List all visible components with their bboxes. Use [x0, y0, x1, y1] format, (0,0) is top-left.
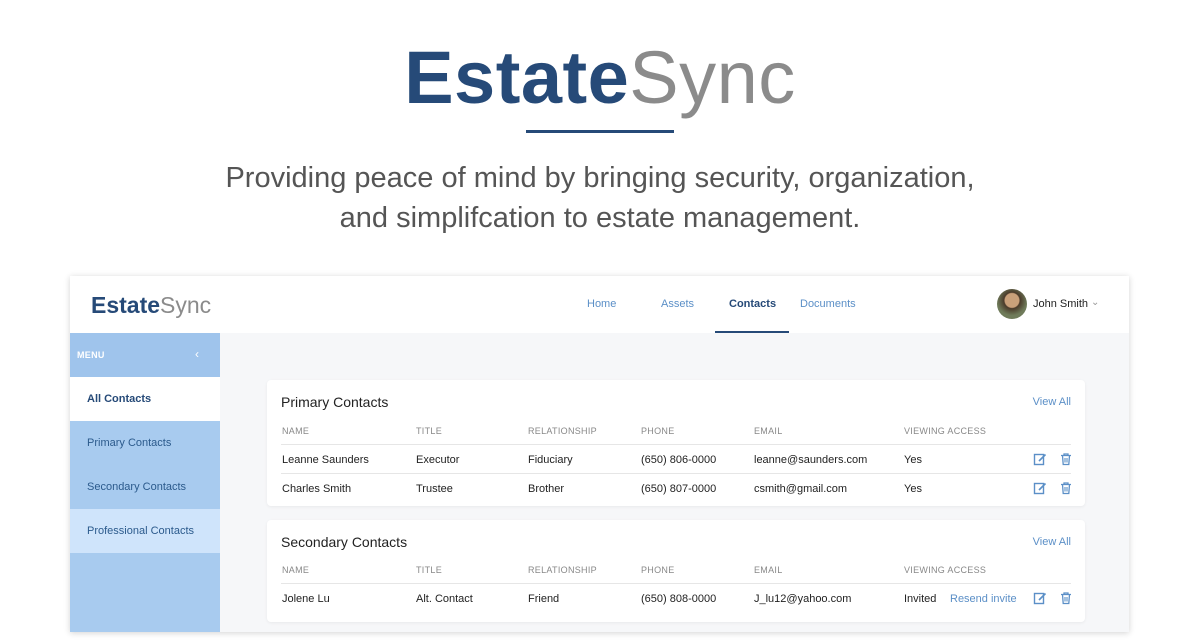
app-logo[interactable]: EstateSync — [91, 291, 211, 319]
sidebar-item-label: Professional Contacts — [87, 525, 194, 537]
menu-label: MENU — [77, 350, 105, 360]
sidebar-item-primary-contacts[interactable]: Primary Contacts — [70, 421, 220, 465]
cell-viewing-access: Yes — [904, 483, 922, 495]
nav-documents[interactable]: Documents — [800, 276, 856, 333]
view-all-link[interactable]: View All — [1033, 536, 1071, 548]
app-window: EstateSync Home Assets Contacts Document… — [70, 276, 1129, 632]
nav-contacts[interactable]: Contacts — [729, 276, 776, 333]
resend-invite-link[interactable]: Resend invite — [950, 593, 1017, 605]
cell-title: Trustee — [416, 483, 453, 495]
cell-name: Leanne Saunders — [282, 454, 369, 466]
sidebar: MENU ‹ All Contacts Primary Contacts Sec… — [70, 333, 220, 632]
col-header-email: EMAIL — [754, 565, 783, 575]
sidebar-item-all-contacts[interactable]: All Contacts — [70, 377, 220, 421]
col-header-relationship: RELATIONSHIP — [528, 565, 597, 575]
col-header-relationship: RELATIONSHIP — [528, 426, 597, 436]
nav-assets[interactable]: Assets — [661, 276, 694, 333]
cell-title: Executor — [416, 454, 460, 466]
cell-viewing-access: Yes — [904, 454, 922, 466]
avatar[interactable] — [997, 289, 1027, 319]
col-header-viewing-access: VIEWING ACCESS — [904, 565, 987, 575]
trash-icon[interactable] — [1059, 591, 1073, 605]
primary-contacts-card: Primary Contacts View All NAME TITLE REL… — [267, 380, 1085, 506]
col-header-name: NAME — [282, 565, 310, 575]
row-divider — [281, 444, 1071, 445]
hero-divider — [526, 130, 674, 133]
cell-relationship: Brother — [528, 483, 565, 495]
app-logo-bold: Estate — [91, 292, 161, 318]
cell-relationship: Friend — [528, 593, 560, 605]
card-title: Secondary Contacts — [281, 534, 408, 550]
col-header-title: TITLE — [416, 565, 443, 575]
app-logo-light: Sync — [160, 292, 212, 318]
col-header-title: TITLE — [416, 426, 443, 436]
edit-icon[interactable] — [1033, 452, 1047, 466]
trash-icon[interactable] — [1059, 452, 1073, 466]
collapse-icon[interactable]: ‹ — [195, 347, 199, 361]
cell-name: Jolene Lu — [282, 593, 330, 605]
cell-title: Alt. Contact — [416, 593, 473, 605]
col-header-phone: PHONE — [641, 565, 675, 575]
cell-email: J_lu12@yahoo.com — [754, 593, 852, 605]
top-nav-bar: EstateSync Home Assets Contacts Document… — [70, 276, 1129, 333]
hero-logo-bold: Estate — [404, 36, 630, 119]
row-divider — [281, 473, 1071, 474]
sidebar-item-label: All Contacts — [87, 393, 152, 405]
nav-active-indicator — [715, 331, 789, 333]
sidebar-item-label: Primary Contacts — [87, 437, 172, 449]
cell-phone: (650) 807-0000 — [641, 483, 717, 495]
row-divider — [281, 583, 1071, 584]
cell-relationship: Fiduciary — [528, 454, 573, 466]
user-name[interactable]: John Smith — [1033, 298, 1088, 310]
col-header-viewing-access: VIEWING ACCESS — [904, 426, 987, 436]
cell-email: leanne@saunders.com — [754, 454, 868, 466]
cell-phone: (650) 808-0000 — [641, 593, 717, 605]
tagline-line-1: Providing peace of mind by bringing secu… — [225, 162, 975, 194]
col-header-name: NAME — [282, 426, 310, 436]
edit-icon[interactable] — [1033, 591, 1047, 605]
sidebar-item-label: Secondary Contacts — [87, 481, 187, 493]
sidebar-item-secondary-contacts[interactable]: Secondary Contacts — [70, 465, 220, 509]
cell-name: Charles Smith — [282, 483, 352, 495]
chevron-down-icon[interactable]: ⌄ — [1091, 297, 1099, 308]
edit-icon[interactable] — [1033, 481, 1047, 495]
tagline: Providing peace of mind by bringing secu… — [0, 158, 1200, 238]
col-header-email: EMAIL — [754, 426, 783, 436]
card-title: Primary Contacts — [281, 394, 389, 410]
col-header-phone: PHONE — [641, 426, 675, 436]
sidebar-item-professional-contacts[interactable]: Professional Contacts — [70, 509, 220, 553]
view-all-link[interactable]: View All — [1033, 396, 1071, 408]
hero-logo: EstateSync — [0, 38, 1200, 118]
cell-email: csmith@gmail.com — [754, 483, 848, 495]
trash-icon[interactable] — [1059, 481, 1073, 495]
nav-home[interactable]: Home — [587, 276, 616, 333]
cell-phone: (650) 806-0000 — [641, 454, 717, 466]
tagline-line-2: and simplifcation to estate management. — [339, 202, 861, 234]
sidebar-menu-header: MENU ‹ — [70, 333, 220, 377]
cell-viewing-access: Invited — [904, 593, 937, 605]
secondary-contacts-card: Secondary Contacts View All NAME TITLE R… — [267, 520, 1085, 622]
hero-logo-light: Sync — [629, 36, 796, 119]
